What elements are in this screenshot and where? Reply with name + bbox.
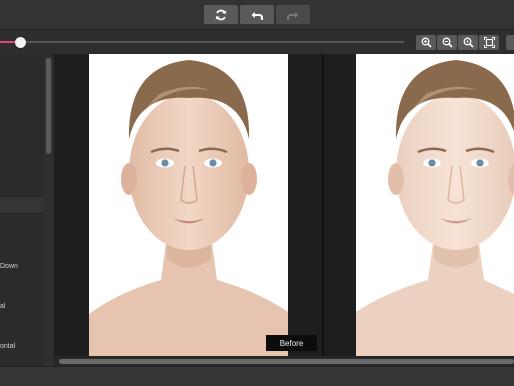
- portrait-image: [356, 60, 514, 356]
- refresh-icon: [215, 9, 227, 20]
- panel-scrollbar[interactable]: [44, 56, 53, 366]
- history-button-group: [204, 5, 310, 25]
- canvas-horizontal-scrollbar[interactable]: [54, 356, 514, 366]
- comparison-divider[interactable]: [322, 54, 324, 356]
- undo-icon: [251, 11, 263, 20]
- overflow-button[interactable]: [506, 35, 514, 50]
- panel-item-label[interactable]: al: [0, 303, 5, 310]
- portrait-image: [89, 60, 288, 356]
- strength-slider-thumb[interactable]: [15, 37, 27, 48]
- panel-item-label[interactable]: ontal: [0, 343, 15, 350]
- redo-icon: [287, 11, 299, 20]
- top-toolbar: [0, 0, 514, 30]
- preview-canvas: Before: [54, 54, 514, 366]
- adjustment-slider-row: [0, 30, 514, 54]
- undo-button[interactable]: [240, 5, 274, 24]
- zoom-out-button[interactable]: [437, 35, 457, 50]
- panel-scrollbar-thumb[interactable]: [46, 58, 51, 154]
- status-bar: [0, 366, 514, 386]
- fit-screen-icon: [483, 37, 495, 48]
- panel-item-label[interactable]: Down: [0, 263, 18, 270]
- zoom-in-icon: [421, 37, 432, 48]
- refresh-button[interactable]: [204, 5, 238, 24]
- zoom-out-icon: [442, 37, 453, 48]
- zoom-actual-icon: [463, 37, 474, 48]
- after-photo: [356, 54, 514, 356]
- zoom-in-button[interactable]: [416, 35, 436, 50]
- app-window: Down al ontal Before: [0, 0, 514, 386]
- panel-section-header[interactable]: [0, 196, 44, 214]
- redo-button[interactable]: [276, 5, 310, 24]
- before-label: Before: [266, 335, 317, 351]
- zoom-button-group: [416, 35, 499, 50]
- strength-slider-track[interactable]: [0, 41, 404, 43]
- before-photo: [89, 54, 288, 356]
- canvas-scrollbar-thumb[interactable]: [59, 359, 514, 364]
- adjustments-panel: Down al ontal: [0, 54, 54, 366]
- fit-screen-button[interactable]: [479, 35, 499, 50]
- zoom-actual-button[interactable]: [458, 35, 478, 50]
